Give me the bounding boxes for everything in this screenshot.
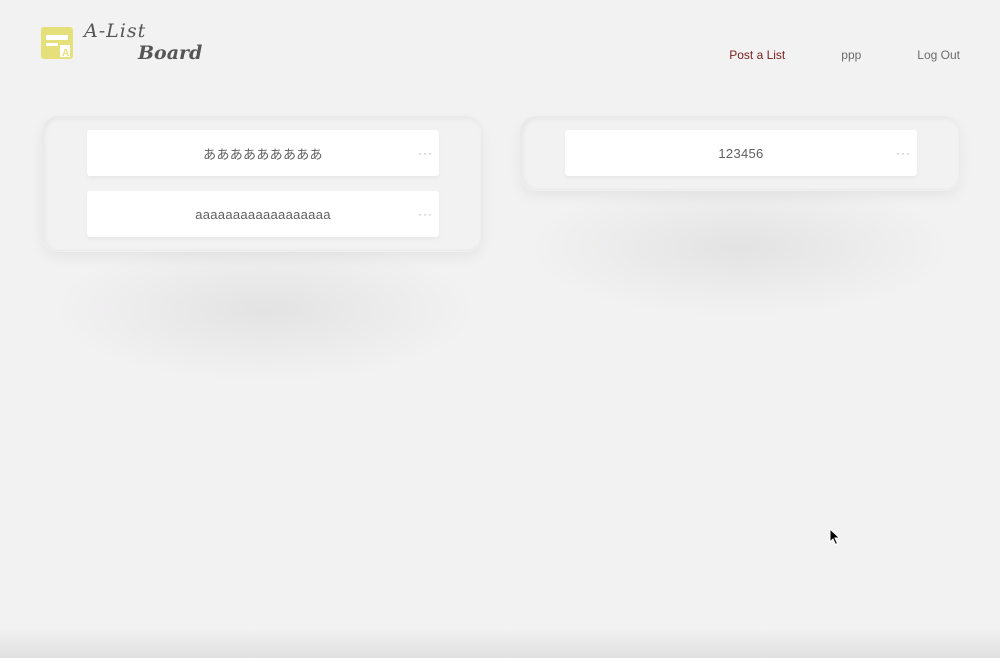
board-column: 123456 ··· — [520, 116, 960, 190]
logo-text-line1: A-List — [84, 20, 147, 42]
list-card-title: 123456 — [718, 145, 764, 161]
top-nav: Post a List ppp Log Out — [729, 48, 960, 62]
mouse-cursor-icon — [829, 528, 841, 546]
board-column: あああああああああ ··· aaaaaaaaaaaaaaaaaa ··· — [42, 116, 482, 251]
user-link[interactable]: ppp — [841, 48, 861, 62]
logo[interactable]: A A-List Board — [40, 20, 203, 70]
list-card[interactable]: aaaaaaaaaaaaaaaaaa ··· — [87, 191, 439, 237]
more-options-icon[interactable]: ··· — [896, 146, 911, 160]
list-card-title: aaaaaaaaaaaaaaaaaa — [195, 206, 331, 222]
logo-text-line2: Board — [138, 42, 203, 64]
list-card[interactable]: あああああああああ ··· — [87, 130, 439, 176]
more-options-icon[interactable]: ··· — [418, 146, 433, 160]
logout-link[interactable]: Log Out — [917, 48, 960, 62]
list-card-title: あああああああああ — [203, 146, 323, 162]
list-card-icon: A — [41, 27, 73, 59]
column-shadow — [535, 180, 945, 315]
bottom-edge-shadow — [0, 628, 1000, 658]
list-card[interactable]: 123456 ··· — [565, 130, 917, 176]
post-list-link[interactable]: Post a List — [729, 48, 785, 62]
more-options-icon[interactable]: ··· — [418, 207, 433, 221]
svg-text:A: A — [62, 48, 69, 59]
column-shadow — [60, 240, 470, 380]
